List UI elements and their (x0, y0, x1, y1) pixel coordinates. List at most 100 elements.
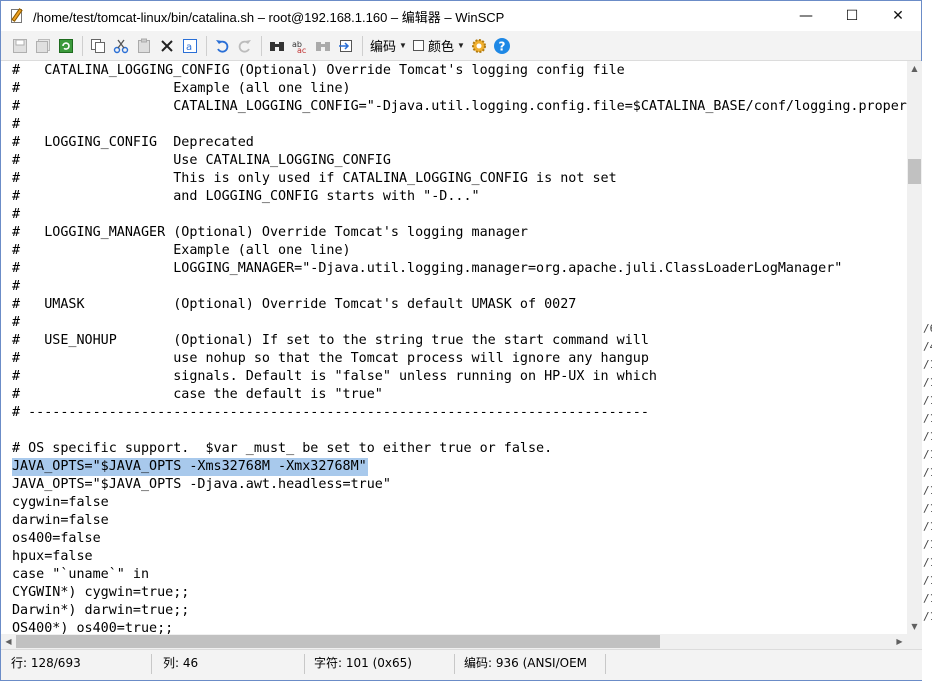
background-text-fragment: /4 (923, 340, 932, 353)
code-line[interactable]: # --------------------------------------… (12, 404, 649, 422)
code-line[interactable]: # (12, 314, 20, 332)
vertical-scroll-thumb[interactable] (908, 159, 921, 184)
editor-toolbar: a ab ac 编码 ▼ 颜色 ▼ ? (1, 31, 921, 61)
code-line[interactable]: case "`uname`" in (12, 566, 149, 584)
code-line[interactable]: # LOGGING_CONFIG Deprecated (12, 134, 254, 152)
code-line[interactable]: # (12, 206, 20, 224)
reload-icon[interactable] (55, 35, 77, 57)
scroll-up-icon[interactable]: ▲ (907, 61, 922, 76)
chevron-down-icon: ▼ (399, 41, 407, 50)
undo-icon[interactable] (211, 35, 233, 57)
code-line[interactable]: hpux=false (12, 548, 93, 566)
status-divider (151, 654, 152, 674)
title-bar[interactable]: /home/test/tomcat-linux/bin/catalina.sh … (1, 1, 921, 31)
settings-icon[interactable] (468, 35, 490, 57)
code-line[interactable]: # signals. Default is "false" unless run… (12, 368, 657, 386)
background-text-fragment: /1 (923, 574, 932, 587)
code-line[interactable]: # use nohup so that the Tomcat process w… (12, 350, 649, 368)
code-line[interactable]: # case the default is "true" (12, 386, 383, 404)
background-text-fragment: /1 (923, 610, 932, 623)
status-column: 列: 46 (163, 656, 199, 670)
background-text-fragment: /1 (923, 448, 932, 461)
encoding-dropdown[interactable]: 编码 ▼ (367, 36, 410, 55)
background-text-fragment: /1 (923, 484, 932, 497)
maximize-button[interactable]: ☐ (829, 1, 875, 31)
toolbar-separator (261, 35, 262, 56)
background-text-fragment: /1 (923, 376, 932, 389)
color-label: 颜色 (427, 39, 454, 54)
code-line[interactable]: # Use CATALINA_LOGGING_CONFIG (12, 152, 391, 170)
toolbar-separator (82, 35, 83, 56)
code-line[interactable]: # CATALINA_LOGGING_CONFIG="-Djava.util.l… (12, 98, 907, 116)
background-text-fragment: /1 (923, 412, 932, 425)
status-encoding: 编码: 936 (ANSI/OEM (464, 656, 588, 670)
minimize-button[interactable]: — (783, 1, 829, 31)
code-line[interactable]: cygwin=false (12, 494, 109, 512)
help-icon[interactable]: ? (491, 35, 513, 57)
text-editor[interactable]: # CATALINA_LOGGING_CONFIG (Optional) Ove… (1, 61, 907, 634)
status-line: 行: 128/693 (11, 656, 81, 670)
find-icon[interactable] (266, 35, 288, 57)
scroll-right-icon[interactable]: ▶ (892, 634, 907, 649)
code-line[interactable]: # LOGGING_MANAGER (Optional) Override To… (12, 224, 528, 242)
code-line[interactable]: # Example (all one line) (12, 242, 351, 260)
select-all-icon[interactable]: a (179, 35, 201, 57)
scroll-down-icon[interactable]: ▼ (907, 619, 922, 634)
code-line[interactable]: # CATALINA_LOGGING_CONFIG (Optional) Ove… (12, 62, 625, 80)
color-dropdown[interactable]: 颜色 ▼ (410, 36, 468, 55)
background-text-fragment: /1 (923, 466, 932, 479)
background-text-fragment: /1 (923, 358, 932, 371)
copy-icon[interactable] (87, 35, 109, 57)
background-text-fragment: /1 (923, 520, 932, 533)
code-line[interactable]: # LOGGING_MANAGER="-Djava.util.logging.m… (12, 260, 842, 278)
background-text-fragment: /1 (923, 430, 932, 443)
goto-line-icon[interactable] (335, 35, 357, 57)
chevron-down-icon: ▼ (456, 41, 465, 50)
code-line[interactable]: # USE_NOHUP (Optional) If set to the str… (12, 332, 649, 350)
replace-icon[interactable]: ab ac (289, 35, 311, 57)
code-line[interactable]: OS400*) os400=true;; (12, 620, 173, 634)
color-checkbox[interactable] (412, 40, 424, 51)
background-text-fragment: /1 (923, 538, 932, 551)
horizontal-scrollbar[interactable]: ◀ ▶ (1, 634, 922, 649)
code-line[interactable]: # UMASK (Optional) Override Tomcat's def… (12, 296, 576, 314)
code-line[interactable]: # This is only used if CATALINA_LOGGING_… (12, 170, 617, 188)
status-divider (605, 654, 606, 674)
background-text-fragment: /6 (923, 322, 932, 335)
background-text-fragment: /1 (923, 592, 932, 605)
code-line[interactable]: # OS specific support. $var _must_ be se… (12, 440, 552, 458)
code-line[interactable]: # (12, 278, 20, 296)
redo-icon[interactable] (234, 35, 256, 57)
cut-icon[interactable] (110, 35, 132, 57)
background-window-edge: /6/4/1/1/1/1/1/1/1/1/1/1/1/1/1/1/1 (922, 0, 932, 681)
status-divider (454, 654, 455, 674)
code-line[interactable]: os400=false (12, 530, 101, 548)
encoding-label: 编码 (370, 39, 397, 54)
code-line[interactable]: # Example (all one line) (12, 80, 351, 98)
horizontal-scroll-thumb[interactable] (16, 635, 660, 648)
svg-text:?: ? (498, 39, 505, 53)
code-line[interactable]: Darwin*) darwin=true;; (12, 602, 189, 620)
toolbar-separator (362, 35, 363, 56)
close-button[interactable]: ✕ (875, 1, 921, 31)
code-line[interactable]: # (12, 116, 20, 134)
editor-window: /home/test/tomcat-linux/bin/catalina.sh … (0, 0, 922, 681)
svg-text:ac: ac (297, 46, 306, 54)
selected-code-line[interactable]: JAVA_OPTS="$JAVA_OPTS -Xms32768M -Xmx327… (12, 458, 368, 476)
save-icon[interactable] (9, 35, 31, 57)
code-line[interactable]: JAVA_OPTS="$JAVA_OPTS -Djava.awt.headles… (12, 476, 391, 494)
background-text-fragment: /1 (923, 394, 932, 407)
find-next-icon[interactable] (312, 35, 334, 57)
scroll-left-icon[interactable]: ◀ (1, 634, 16, 649)
save-all-icon[interactable] (32, 35, 54, 57)
paste-icon[interactable] (133, 35, 155, 57)
code-line[interactable]: # and LOGGING_CONFIG starts with "-D..." (12, 188, 480, 206)
status-bar: 行: 128/693 列: 46 字符: 101 (0x65) 编码: 936 … (1, 649, 922, 680)
status-character: 字符: 101 (0x65) (314, 656, 412, 670)
editor-app-icon (9, 8, 25, 24)
code-line[interactable]: CYGWIN*) cygwin=true;; (12, 584, 189, 602)
code-line[interactable]: darwin=false (12, 512, 109, 530)
vertical-scrollbar[interactable]: ▲ ▼ (907, 61, 922, 634)
status-divider (304, 654, 305, 674)
delete-icon[interactable] (156, 35, 178, 57)
